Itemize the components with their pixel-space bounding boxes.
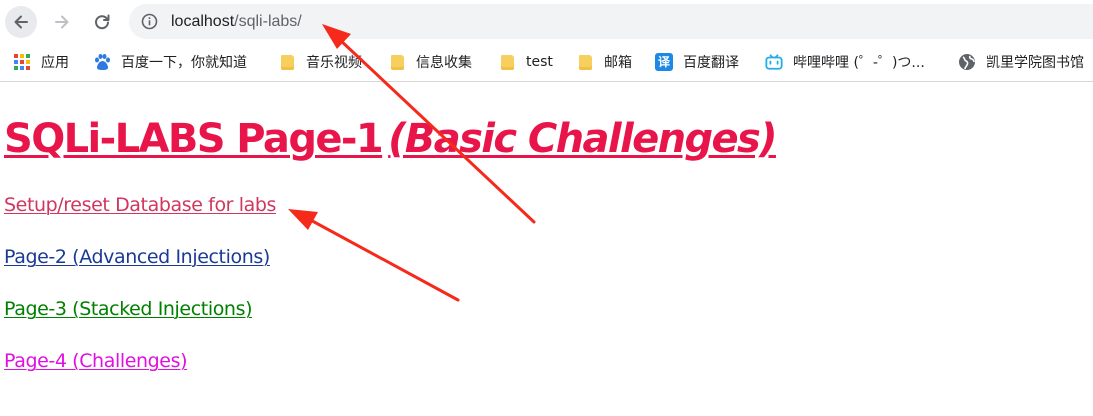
bookmarks-bar: 应用 百度一下，你就知道 音乐视频 信息收集 test 邮箱 译 百度翻译 哔哩…: [0, 44, 1093, 82]
page-2-link[interactable]: Page-2 (Advanced Injections): [4, 245, 270, 269]
url-host: localhost: [171, 13, 235, 30]
address-bar[interactable]: localhost/sqli-labs/: [129, 4, 1093, 39]
forward-button[interactable]: [46, 6, 78, 38]
bookmark-folder-test[interactable]: test: [498, 52, 553, 72]
bookmark-folder-music[interactable]: 音乐视频: [278, 52, 362, 72]
bookmark-label: 音乐视频: [306, 55, 362, 71]
bookmark-folder-info[interactable]: 信息收集: [388, 52, 472, 72]
arrow-left-icon: [14, 15, 28, 29]
browser-toolbar: localhost/sqli-labs/: [0, 0, 1093, 44]
page-content: SQLi-LABS Page-1 (Basic Challenges) Setup…: [4, 86, 1089, 416]
page-title-text: SQLi-LABS Page-1: [4, 116, 384, 162]
bookmark-apps[interactable]: 应用: [13, 52, 69, 72]
apps-grid-icon: [13, 53, 31, 71]
back-button[interactable]: [5, 6, 37, 38]
bookmark-baidu-translate[interactable]: 译 百度翻译: [655, 52, 739, 72]
page-subtitle: (Basic Challenges): [388, 116, 777, 162]
url-path: /sqli-labs/: [234, 13, 302, 30]
bookmark-bilibili[interactable]: 哔哩哔哩 (゜-゜)つ...: [765, 52, 925, 72]
page-4-link[interactable]: Page-4 (Challenges): [4, 349, 188, 373]
arrow-right-icon: [55, 15, 69, 29]
translate-icon: 译: [655, 53, 673, 71]
bookmark-baidu[interactable]: 百度一下，你就知道: [93, 52, 247, 72]
bookmark-label: 百度翻译: [683, 55, 739, 71]
reload-icon: [95, 14, 110, 30]
bookmark-label: test: [526, 54, 553, 70]
page-3-link[interactable]: Page-3 (Stacked Injections): [4, 297, 252, 321]
bookmark-label: 哔哩哔哩 (゜-゜)つ...: [793, 55, 925, 71]
page-title: SQLi-LABS Page-1 (Basic Challenges): [4, 114, 778, 164]
bookmark-label: 应用: [41, 55, 69, 71]
baidu-paw-icon: [93, 53, 111, 71]
url-text[interactable]: localhost/sqli-labs/: [171, 10, 302, 33]
folder-icon: [278, 53, 296, 71]
bookmark-label: 百度一下，你就知道: [121, 55, 247, 71]
bilibili-icon: [765, 53, 783, 71]
bookmark-folder-mail[interactable]: 邮箱: [576, 52, 632, 72]
reload-button[interactable]: [86, 6, 118, 38]
bookmark-label: 邮箱: [604, 55, 632, 71]
globe-icon: [958, 53, 976, 71]
bookmark-label: 信息收集: [416, 55, 472, 71]
setup-reset-database-link[interactable]: Setup/reset Database for labs: [4, 193, 276, 217]
bookmark-kaili-library[interactable]: 凯里学院图书馆: [958, 52, 1084, 72]
info-icon[interactable]: [141, 13, 158, 30]
bookmark-label: 凯里学院图书馆: [986, 55, 1084, 71]
folder-icon: [576, 53, 594, 71]
folder-icon: [388, 53, 406, 71]
folder-icon: [498, 53, 516, 71]
